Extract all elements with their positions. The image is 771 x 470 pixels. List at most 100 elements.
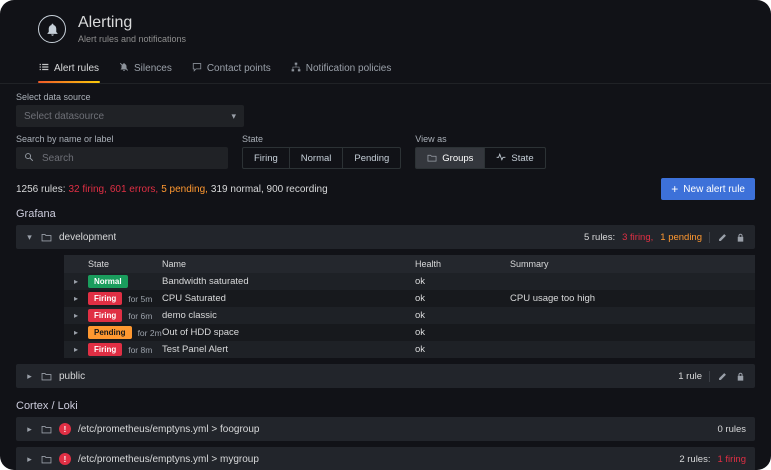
- group-header-foogroup[interactable]: ▸ ! /etc/prometheus/emptyns.yml > foogro…: [16, 417, 755, 441]
- tab-label: Notification policies: [306, 63, 392, 74]
- summary-rest: 319 normal, 900 recording: [211, 184, 328, 195]
- chevron-right-icon[interactable]: ▸: [64, 277, 88, 286]
- tab-notification-policies[interactable]: Notification policies: [282, 56, 401, 83]
- col-health: Health: [415, 259, 510, 269]
- tab-label: Silences: [134, 63, 172, 74]
- group-header-mygroup[interactable]: ▸ ! /etc/prometheus/emptyns.yml > mygrou…: [16, 447, 755, 470]
- tab-label: Contact points: [207, 63, 271, 74]
- page-title: Alerting: [78, 14, 186, 32]
- chevron-right-icon[interactable]: ▸: [25, 424, 34, 435]
- group-header-development[interactable]: ▾ development 5 rules: 3 firing, 1 pendi…: [16, 225, 755, 249]
- new-alert-rule-button[interactable]: + New alert rule: [661, 178, 755, 200]
- bell-slash-icon: [119, 62, 129, 75]
- table-row[interactable]: ▸ Firing for 8m Test Panel Alert ok: [64, 341, 755, 358]
- rule-name: CPU Saturated: [162, 293, 415, 304]
- list-icon: [39, 62, 49, 75]
- rule-health: ok: [415, 310, 510, 321]
- rule-health: ok: [415, 293, 510, 304]
- lock-icon[interactable]: [735, 371, 746, 382]
- comment-icon: [192, 62, 202, 75]
- view-as-groups[interactable]: Groups: [415, 147, 485, 169]
- alerting-bell-icon: [38, 15, 66, 43]
- rule-summary: CPU usage too high: [510, 293, 755, 304]
- rule-name: Out of HDD space: [162, 327, 415, 338]
- for-duration: for 8m: [128, 345, 152, 355]
- active-tab-indicator: [38, 81, 100, 83]
- rule-name: Test Panel Alert: [162, 344, 415, 355]
- folder-icon: [41, 232, 52, 243]
- tab-silences[interactable]: Silences: [110, 56, 181, 83]
- folder-icon: [41, 424, 52, 435]
- group-stats: 0 rules: [717, 424, 746, 435]
- datasource-select[interactable]: Select datasource ▾: [16, 105, 244, 127]
- section-title-grafana: Grafana: [16, 208, 755, 220]
- state-filter-firing[interactable]: Firing: [242, 147, 290, 169]
- col-name: Name: [162, 259, 415, 269]
- group-stats-pending: 1 pending: [660, 232, 702, 243]
- chevron-right-icon[interactable]: ▸: [64, 294, 88, 303]
- plus-icon: +: [671, 184, 678, 194]
- rule-name: Bandwidth saturated: [162, 276, 415, 287]
- new-alert-rule-label: New alert rule: [683, 184, 745, 195]
- search-box: [16, 147, 228, 169]
- summary-row: 1256 rules:32 firing,601 errors,5 pendin…: [16, 178, 755, 200]
- group-name: /etc/prometheus/emptyns.yml > foogroup: [78, 424, 259, 435]
- group-stats: 2 rules:: [679, 454, 710, 465]
- group-name: /etc/prometheus/emptyns.yml > mygroup: [78, 454, 259, 465]
- chevron-down-icon: ▾: [231, 111, 236, 122]
- table-row[interactable]: ▸ Firingfor 5m CPU Saturated ok CPU usag…: [64, 290, 755, 307]
- col-summary: Summary: [510, 259, 755, 269]
- tab-bar: Alert rules Silences Contact points Noti…: [0, 52, 771, 84]
- chevron-right-icon[interactable]: ▸: [25, 454, 34, 465]
- chevron-right-icon[interactable]: ▸: [64, 328, 88, 337]
- folder-icon: [427, 153, 437, 163]
- rule-health: ok: [415, 276, 510, 287]
- table-row[interactable]: ▸ Pendingfor 2m Out of HDD space ok: [64, 324, 755, 341]
- search-label: Search by name or label: [16, 134, 228, 144]
- group-stats: 1 rule: [678, 371, 702, 382]
- chevron-down-icon[interactable]: ▾: [25, 232, 34, 243]
- edit-group-icon[interactable]: [717, 232, 728, 243]
- group-header-public[interactable]: ▸ public 1 rule: [16, 364, 755, 388]
- status-badge: Normal: [88, 275, 128, 288]
- rule-sections: Grafana ▾ development 5 rules: 3 firing,…: [0, 208, 771, 470]
- lock-icon[interactable]: [735, 232, 746, 243]
- group-stats-firing: 1 firing: [717, 454, 746, 465]
- group-stats: 5 rules:: [584, 232, 615, 243]
- for-duration: for 2m: [138, 328, 162, 338]
- tab-contact-points[interactable]: Contact points: [183, 56, 280, 83]
- view-option-label: State: [511, 153, 533, 164]
- chevron-right-icon[interactable]: ▸: [64, 345, 88, 354]
- table-row[interactable]: ▸ Normal Bandwidth saturated ok: [64, 273, 755, 290]
- table-header: State Name Health Summary: [64, 255, 755, 273]
- datasource-placeholder: Select datasource: [24, 111, 104, 122]
- view-as-state[interactable]: State: [484, 147, 545, 169]
- error-icon: !: [59, 453, 71, 465]
- summary-errors: 601 errors,: [110, 184, 158, 195]
- alerting-page: Alerting Alert rules and notifications A…: [0, 0, 771, 470]
- group-name: public: [59, 371, 85, 382]
- chevron-right-icon[interactable]: ▸: [64, 311, 88, 320]
- summary-firing: 32 firing,: [68, 184, 106, 195]
- pulse-icon: [496, 152, 506, 165]
- state-filter-pending[interactable]: Pending: [342, 147, 401, 169]
- for-duration: for 5m: [128, 294, 152, 304]
- view-as-label: View as: [415, 134, 545, 144]
- divider: [709, 232, 710, 243]
- folder-icon: [41, 371, 52, 382]
- status-badge: Firing: [88, 309, 122, 322]
- edit-group-icon[interactable]: [717, 371, 728, 382]
- tab-label: Alert rules: [54, 63, 99, 74]
- error-icon: !: [59, 423, 71, 435]
- rule-health: ok: [415, 344, 510, 355]
- state-filter-normal[interactable]: Normal: [289, 147, 344, 169]
- search-input[interactable]: [40, 152, 220, 165]
- view-option-label: Groups: [442, 153, 473, 164]
- search-icon: [24, 152, 34, 165]
- table-row[interactable]: ▸ Firingfor 6m demo classic ok: [64, 307, 755, 324]
- tab-alert-rules[interactable]: Alert rules: [30, 56, 108, 83]
- chevron-right-icon[interactable]: ▸: [25, 371, 34, 382]
- page-header: Alerting Alert rules and notifications: [0, 0, 771, 48]
- status-badge: Firing: [88, 343, 122, 356]
- group-name: development: [59, 232, 116, 243]
